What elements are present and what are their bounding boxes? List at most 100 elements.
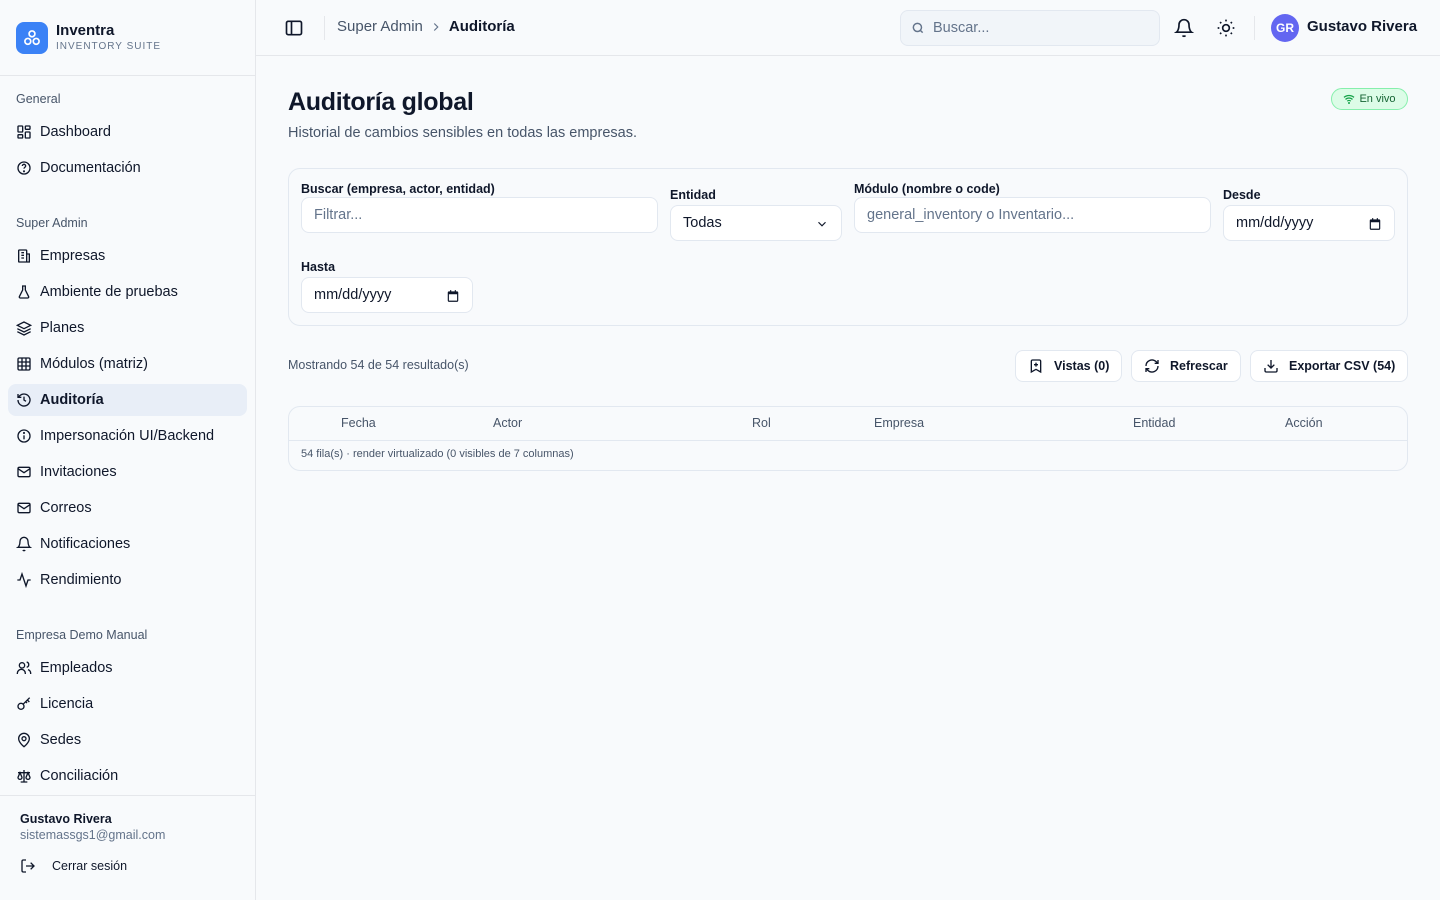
column-header-fecha[interactable]: Fecha bbox=[341, 416, 376, 430]
sidebar-item-label: Notificaciones bbox=[40, 536, 131, 552]
history-icon bbox=[17, 393, 31, 407]
filter-module-input[interactable]: general_inventory o Inventario... bbox=[854, 197, 1211, 233]
layers-icon bbox=[16, 321, 32, 336]
sidebar-item-ambiente-pruebas[interactable]: Ambiente de pruebas bbox=[8, 276, 247, 308]
breadcrumb-super-admin[interactable]: Super Admin bbox=[337, 18, 423, 35]
sun-icon bbox=[1217, 19, 1235, 37]
help-circle-icon bbox=[17, 161, 31, 175]
panel-left-icon bbox=[285, 20, 303, 36]
filter-from-value: mm/dd/yyyy bbox=[1236, 215, 1314, 231]
sidebar-item-label: Correos bbox=[40, 500, 92, 516]
sidebar-item-empresas[interactable]: Empresas bbox=[8, 240, 247, 272]
filter-entity-select[interactable]: Todas bbox=[670, 205, 842, 241]
sidebar-item-licencia[interactable]: Licencia bbox=[8, 688, 247, 720]
section-label-empresa-demo: Empresa Demo Manual bbox=[16, 628, 148, 642]
activity-icon bbox=[17, 572, 31, 588]
sidebar-item-label: Dashboard bbox=[40, 124, 111, 140]
page-subtitle: Historial de cambios sensibles en todas … bbox=[288, 125, 637, 141]
scale-icon bbox=[17, 770, 31, 783]
calendar-icon bbox=[1369, 218, 1381, 230]
sidebar-item-notificaciones[interactable]: Notificaciones bbox=[8, 528, 247, 560]
sidebar-item-label: Licencia bbox=[40, 696, 94, 712]
sidebar-item-dashboard[interactable]: Dashboard bbox=[8, 116, 247, 148]
search-input[interactable] bbox=[933, 20, 1143, 36]
sidebar-item-sedes[interactable]: Sedes bbox=[8, 724, 247, 756]
bell-icon bbox=[16, 536, 32, 552]
global-search[interactable] bbox=[900, 10, 1160, 46]
filters-panel: Buscar (empresa, actor, entidad) Filtrar… bbox=[288, 168, 1408, 326]
info-icon bbox=[17, 429, 31, 443]
brand: Inventra INVENTORY SUITE bbox=[0, 0, 255, 76]
logout-label: Cerrar sesión bbox=[52, 859, 128, 873]
sidebar-item-correos[interactable]: Correos bbox=[8, 492, 247, 524]
header-divider bbox=[1254, 16, 1255, 40]
sidebar-item-empleados[interactable]: Empleados bbox=[8, 652, 247, 684]
sidebar-item-conciliacion[interactable]: Conciliación bbox=[8, 760, 247, 792]
section-label-general: General bbox=[16, 92, 61, 106]
footer-user-email: sistemassgs1@gmail.com bbox=[20, 828, 166, 842]
chevron-right-icon bbox=[433, 22, 439, 31]
users-icon bbox=[16, 661, 32, 674]
bookmark-icon bbox=[1030, 359, 1042, 374]
breadcrumb-current: Auditoría bbox=[448, 18, 515, 35]
grid-icon bbox=[17, 357, 31, 371]
chevron-down-icon bbox=[818, 221, 826, 227]
column-header-actor[interactable]: Actor bbox=[493, 416, 522, 430]
sidebar-item-label: Empleados bbox=[40, 660, 113, 676]
filter-search-input[interactable]: Filtrar... bbox=[301, 197, 658, 233]
notifications-button[interactable] bbox=[1174, 18, 1194, 38]
column-header-empresa[interactable]: Empresa bbox=[874, 416, 924, 430]
top-header: Super Admin Auditoría GR Gustavo Rivera bbox=[256, 0, 1440, 56]
key-icon bbox=[17, 697, 31, 710]
logout-button[interactable]: Cerrar sesión bbox=[20, 858, 127, 874]
live-badge-label: En vivo bbox=[1359, 93, 1396, 105]
column-header-rol[interactable]: Rol bbox=[752, 416, 771, 430]
building-icon bbox=[18, 249, 30, 263]
sidebar-item-label: Rendimiento bbox=[40, 572, 122, 588]
sidebar-item-documentacion[interactable]: Documentación bbox=[8, 152, 247, 184]
calendar-icon bbox=[447, 290, 459, 302]
export-csv-button[interactable]: Exportar CSV (54) bbox=[1250, 350, 1409, 382]
results-summary: Mostrando 54 de 54 resultado(s) bbox=[288, 358, 469, 372]
sidebar-item-invitaciones[interactable]: Invitaciones bbox=[8, 456, 247, 488]
bell-icon bbox=[1174, 18, 1194, 38]
filter-search-label: Buscar (empresa, actor, entidad) bbox=[301, 182, 495, 196]
sidebar-toggle-button[interactable] bbox=[284, 18, 304, 38]
section-label-super-admin: Super Admin bbox=[16, 216, 88, 230]
breadcrumb: Super Admin Auditoría bbox=[337, 18, 515, 35]
sidebar-item-label: Planes bbox=[40, 320, 85, 336]
footer-user-name: Gustavo Rivera bbox=[20, 812, 112, 826]
page-title: Auditoría global bbox=[288, 88, 474, 116]
column-header-entidad[interactable]: Entidad bbox=[1133, 416, 1175, 430]
avatar[interactable]: GR bbox=[1271, 14, 1299, 42]
brand-subtitle: INVENTORY SUITE bbox=[56, 40, 162, 52]
theme-toggle-button[interactable] bbox=[1216, 18, 1236, 38]
filter-to-value: mm/dd/yyyy bbox=[314, 287, 392, 303]
sidebar-item-rendimiento[interactable]: Rendimiento bbox=[8, 564, 247, 596]
export-button-label: Exportar CSV (54) bbox=[1289, 359, 1396, 373]
map-pin-icon bbox=[17, 732, 31, 748]
brand-name: Inventra bbox=[56, 21, 115, 39]
sidebar-item-impersonacion[interactable]: Impersonación UI/Backend bbox=[8, 420, 247, 452]
wifi-icon bbox=[1344, 94, 1355, 105]
filter-from-date[interactable]: mm/dd/yyyy bbox=[1223, 205, 1395, 241]
flask-icon bbox=[18, 285, 30, 299]
views-button[interactable]: Vistas (0) bbox=[1015, 350, 1123, 382]
sidebar-item-modulos[interactable]: Módulos (matriz) bbox=[8, 348, 247, 380]
download-icon bbox=[1264, 360, 1278, 373]
dashboard-icon bbox=[17, 125, 31, 139]
filter-to-label: Hasta bbox=[301, 260, 336, 274]
sidebar-item-planes[interactable]: Planes bbox=[8, 312, 247, 344]
filter-to-date[interactable]: mm/dd/yyyy bbox=[301, 277, 473, 313]
sidebar-item-label: Impersonación UI/Backend bbox=[40, 428, 215, 444]
search-icon bbox=[912, 22, 924, 34]
header-user-name[interactable]: Gustavo Rivera bbox=[1307, 18, 1417, 35]
column-header-accion[interactable]: Acción bbox=[1285, 416, 1323, 430]
sidebar-item-label: Empresas bbox=[40, 248, 106, 264]
refresh-button[interactable]: Refrescar bbox=[1131, 350, 1241, 382]
sidebar-item-label: Sedes bbox=[40, 732, 82, 748]
refresh-button-label: Refrescar bbox=[1170, 359, 1228, 373]
sidebar-item-auditoria[interactable]: Auditoría bbox=[8, 384, 247, 416]
logo-icon bbox=[16, 21, 48, 54]
sidebar-item-label: Auditoría bbox=[40, 392, 104, 408]
